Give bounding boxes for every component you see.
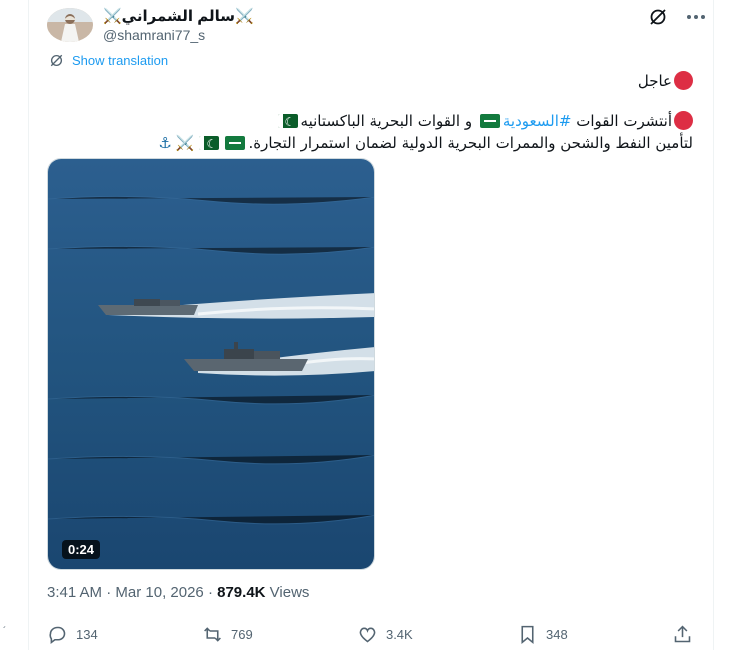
views-count: 879.4K — [217, 584, 266, 601]
author-display-name[interactable]: ⚔️سالم الشمراني⚔️ — [103, 8, 254, 26]
like-count: 3.4K — [385, 627, 413, 642]
text-segment: و القوات البحرية الباكستانيه — [300, 112, 477, 130]
like-button[interactable]: 3.4K — [357, 624, 413, 645]
author-handle[interactable]: @shamrani77_s — [103, 26, 254, 44]
reply-count: 134 — [76, 627, 98, 642]
text-segment: أنتشرت القوات — [571, 112, 672, 130]
post-text: عاجل أنتشرت القوات #السعودية و القوات ال… — [43, 70, 693, 154]
bookmark-button[interactable]: 348 — [517, 624, 568, 645]
show-translation-label: Show translation — [72, 53, 169, 68]
share-button[interactable] — [672, 624, 693, 645]
meta-separator: · — [203, 584, 218, 601]
post-meta: 3:41 AM · Mar 10, 2026 · 879.4K Views — [47, 584, 309, 601]
video-duration-badge: 0:24 — [62, 540, 101, 559]
video-thumbnail — [48, 159, 374, 569]
video-player[interactable]: 0:24 — [47, 158, 375, 570]
hashtag-link[interactable]: #السعودية — [503, 112, 572, 130]
header-icons — [647, 6, 707, 28]
saudi-flag-icon — [479, 114, 500, 128]
grok-icon[interactable] — [647, 6, 669, 28]
text-segment: لتأمين النفط والشحن والممرات البحرية الد… — [248, 134, 693, 152]
grok-icon — [50, 54, 63, 67]
post-text-line-2: أنتشرت القوات #السعودية و القوات البحرية… — [43, 110, 693, 132]
post-date[interactable]: Mar 10, 2026 — [115, 584, 203, 601]
pakistan-flag-icon — [199, 136, 220, 150]
red-circle-icon — [674, 111, 693, 130]
edge-mark: ´ — [3, 626, 7, 637]
repost-count: 769 — [230, 627, 253, 642]
meta-separator: · — [102, 584, 116, 601]
author-info: ⚔️سالم الشمراني⚔️ @shamrani77_s — [103, 8, 254, 44]
post-card: ⚔️سالم الشمراني⚔️ @shamrani77_s Show tra… — [28, 0, 714, 650]
crossed-swords-icon: ⚔️ — [175, 134, 195, 152]
heart-icon — [359, 627, 376, 643]
bookmark-icon — [521, 625, 534, 645]
bookmark-count: 348 — [546, 627, 568, 642]
reply-button[interactable]: 134 — [47, 624, 98, 645]
post-header: ⚔️سالم الشمراني⚔️ @shamrani77_s — [47, 6, 707, 46]
repost-button[interactable]: 769 — [202, 624, 253, 645]
more-icon[interactable] — [685, 6, 707, 28]
share-icon — [674, 625, 691, 643]
anchor-icon: ⚓ — [158, 134, 172, 152]
show-translation-link[interactable]: Show translation — [49, 53, 168, 68]
avatar[interactable] — [47, 8, 93, 42]
pakistan-flag-icon — [277, 114, 298, 128]
post-text-line-3: لتأمين النفط والشحن والممرات البحرية الد… — [43, 132, 693, 154]
post-text-line-1: عاجل — [43, 70, 693, 92]
action-bar: 134 769 3.4K 348 — [47, 624, 693, 645]
reply-icon — [49, 626, 66, 644]
saudi-flag-icon — [225, 136, 246, 150]
red-circle-icon — [674, 71, 693, 90]
post-time[interactable]: 3:41 AM — [47, 584, 102, 601]
repost-icon — [204, 627, 221, 642]
breaking-label: عاجل — [637, 72, 672, 90]
views-label: Views — [265, 584, 310, 601]
